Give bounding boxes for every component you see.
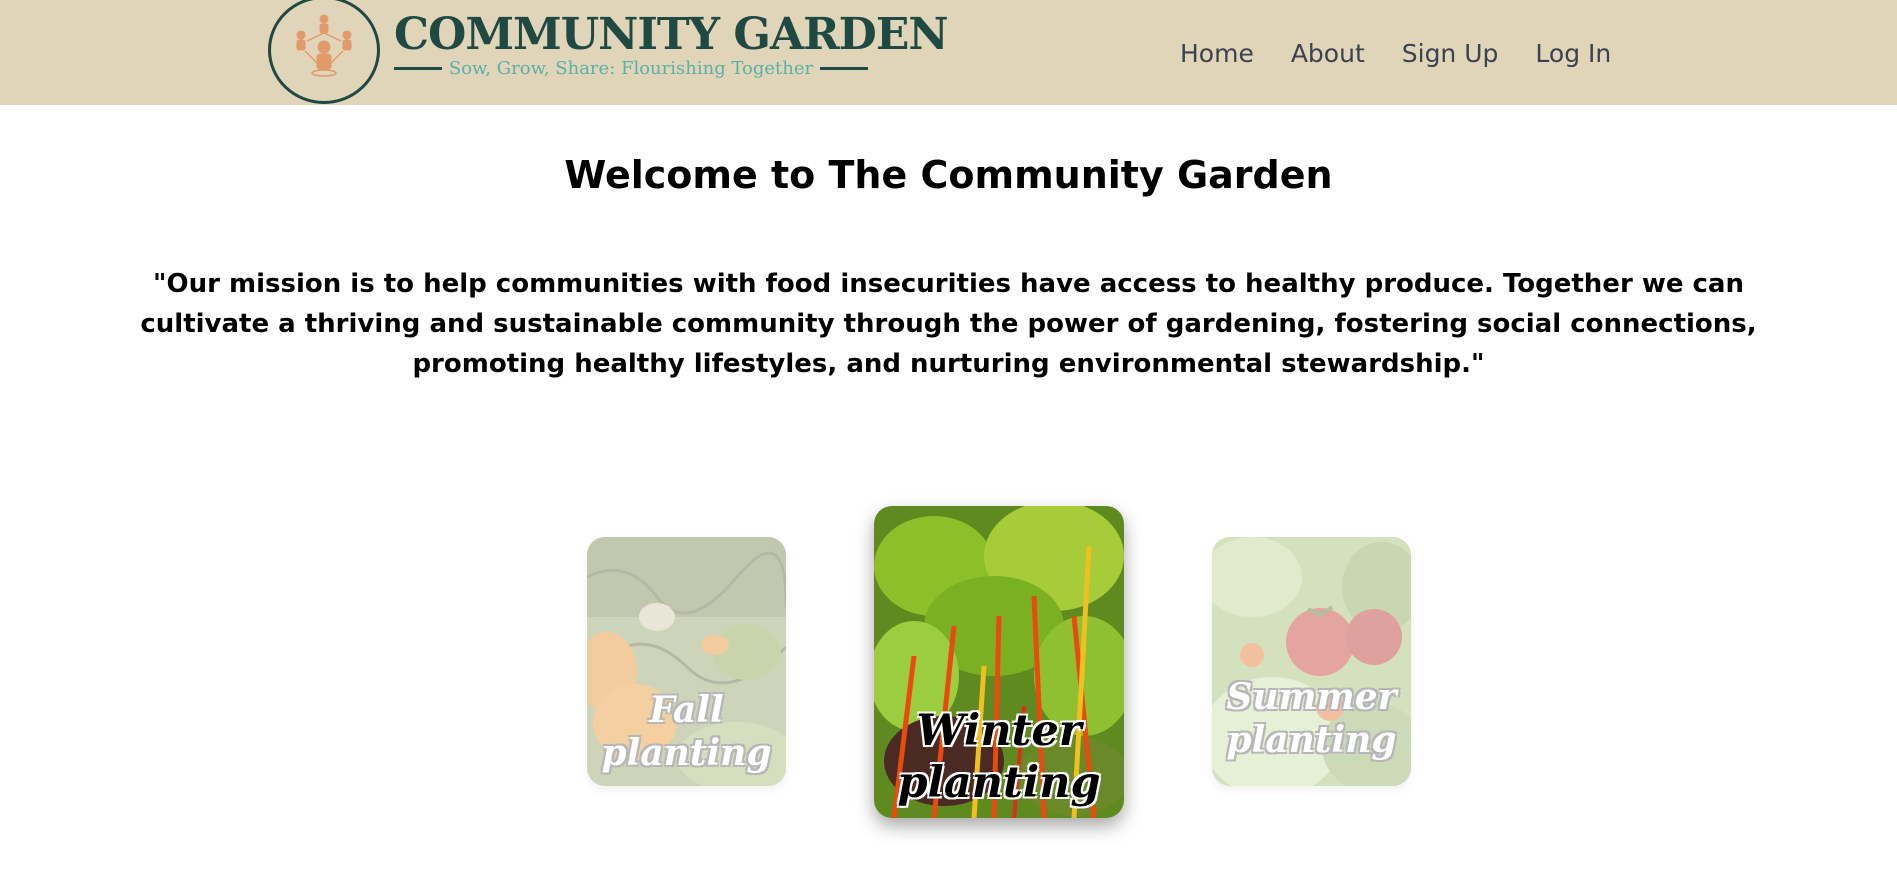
- logo[interactable]: [268, 0, 380, 104]
- tagline-divider-left: [394, 66, 442, 70]
- card-title-line2: planting: [897, 757, 1101, 808]
- mission-statement: "Our mission is to help communities with…: [140, 269, 1757, 379]
- carousel-card-winter[interactable]: Winter planting: [874, 506, 1124, 818]
- nav-home-link[interactable]: Home: [1180, 34, 1254, 74]
- tagline-divider-right: [820, 66, 868, 70]
- main-nav: Home About Sign Up Log In: [1180, 34, 1648, 74]
- card-title-line1: Fall: [649, 689, 724, 731]
- site-header: COMMUNITY GARDEN Sow, Grow, Share: Flour…: [0, 0, 1897, 105]
- card-title-line1: Summer: [1226, 676, 1397, 718]
- tagline-row: Sow, Grow, Share: Flourishing Together: [394, 56, 868, 80]
- nav-signup-link[interactable]: Sign Up: [1402, 34, 1499, 74]
- carousel-card-fall[interactable]: Fall planting: [587, 537, 786, 786]
- page-title: Welcome to The Community Garden: [564, 153, 1333, 197]
- carousel-card-summer[interactable]: Summer planting: [1212, 537, 1411, 786]
- card-label-fall: Fall planting: [587, 689, 786, 775]
- card-label-winter: Winter planting: [874, 706, 1124, 809]
- card-title-line2: planting: [601, 732, 772, 775]
- tagline: Sow, Grow, Share: Flourishing Together: [448, 57, 814, 79]
- card-label-summer: Summer planting: [1212, 676, 1411, 762]
- community-people-icon: [296, 14, 352, 77]
- nav-login-link[interactable]: Log In: [1535, 34, 1611, 74]
- card-title-line1: Winter: [916, 706, 1082, 756]
- nav-about-link[interactable]: About: [1291, 34, 1365, 74]
- brand-title[interactable]: COMMUNITY GARDEN: [394, 8, 949, 62]
- card-title-line2: planting: [1226, 719, 1397, 762]
